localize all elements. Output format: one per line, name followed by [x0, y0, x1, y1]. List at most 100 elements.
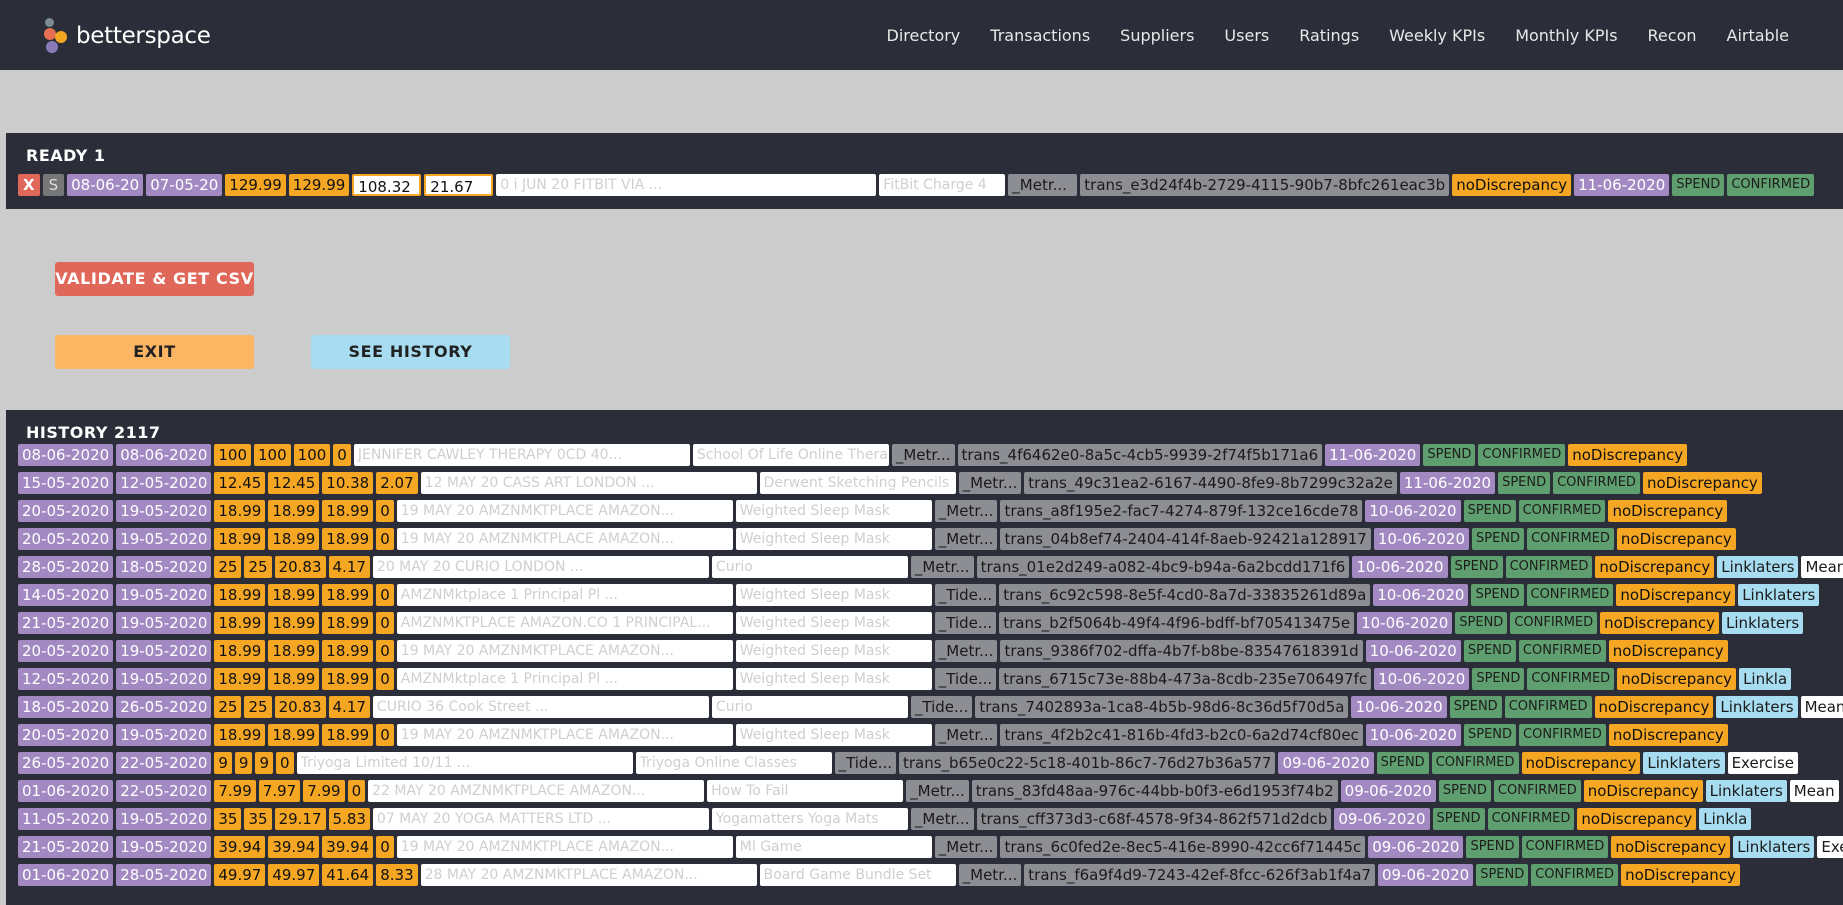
date-cell: 14-05-2020 — [18, 584, 114, 606]
amount-cell: 18.99 — [268, 528, 320, 550]
amount-cell: 5.83 — [328, 808, 370, 830]
type-badge: SPEND — [1449, 696, 1502, 718]
logo-mark-icon — [44, 18, 70, 54]
history-row: 08-06-2020 08-06-2020 100 100 100 0 JENNIFER C… — [18, 444, 1690, 466]
date-cell: 21-05-2020 — [18, 612, 114, 634]
amount-cell: 100 — [254, 444, 291, 466]
description-cell: 0 i JUN 20 FITBIT VIA ... — [496, 174, 877, 196]
date-cell: 10-06-2020 — [1365, 640, 1461, 662]
exit-button[interactable]: EXIT — [55, 335, 254, 369]
amount-cell: 18.99 — [322, 640, 374, 662]
merchant-cell: Weighted Sleep Mask — [735, 584, 932, 606]
date-cell: 19-05-2020 — [116, 724, 212, 746]
transaction-id-cell: trans_f6a9f4d9-7243-42ef-8fcc-626f3ab1f4… — [1024, 864, 1375, 886]
amount-cell: 0 — [376, 612, 394, 634]
discrepancy-badge: noDiscrepancy — [1521, 752, 1641, 774]
date-cell: 10-06-2020 — [1365, 500, 1461, 522]
nav-item[interactable]: Monthly KPIs — [1515, 26, 1617, 45]
transaction-id-cell: trans_b65e0c22-5c18-401b-86c7-76d27b36a5… — [899, 752, 1276, 774]
status-badge: CONFIRMED — [1727, 174, 1815, 196]
amount-cell: 7.99 — [214, 780, 256, 802]
type-badge: SPEND — [1463, 500, 1516, 522]
amount-cell: 18.99 — [268, 724, 320, 746]
app-logo[interactable]: betterspace — [44, 18, 211, 54]
merchant-cell: How To Fail — [707, 780, 904, 802]
discrepancy-badge: noDiscrepancy — [1611, 836, 1731, 858]
amount-cell: 0 — [276, 752, 294, 774]
amount-cell: 18.99 — [214, 584, 266, 606]
date-cell: 11-06-2020 — [1325, 444, 1421, 466]
nav-item[interactable]: Recon — [1648, 26, 1697, 45]
amount-cell: 18.99 — [268, 584, 320, 606]
top-navbar: betterspace Directory Transactions Supplie… — [0, 0, 1843, 70]
see-history-button[interactable]: SEE HISTORY — [311, 335, 510, 369]
description-cell: 28 MAY 20 AMZNMKTPLACE AMAZON... — [420, 864, 757, 886]
discrepancy-badge: noDiscrepancy — [1577, 808, 1697, 830]
amount-cell: 18.99 — [214, 500, 266, 522]
transaction-id-cell: trans_4f2b2c41-816b-4fd3-b2c0-6a2d74cf80… — [1000, 724, 1363, 746]
amount-cell: 100 — [293, 444, 331, 466]
nav-item[interactable]: Airtable — [1727, 26, 1790, 45]
description-cell: 19 MAY 20 AMZNMKTPLACE AMAZON... — [396, 640, 733, 662]
date-cell: 20-05-2020 — [18, 500, 114, 522]
tag-badge: Linkla — [1739, 668, 1792, 690]
nav-item[interactable]: Transactions — [990, 26, 1090, 45]
amount-cell: 129.99 — [225, 174, 286, 196]
date-cell: 19-05-2020 — [116, 584, 212, 606]
description-cell: AMZNMktplace 1 Principal Pl ... — [396, 668, 733, 690]
transaction-id-cell: trans_a8f195e2-fac7-4274-879f-132ce16cde… — [1000, 500, 1363, 522]
date-cell: 08-06-2020 — [116, 444, 212, 466]
transaction-id-cell: trans_9386f702-dffa-4b7f-b8be-8354761839… — [1000, 640, 1363, 662]
amount-cell: 18.99 — [214, 528, 266, 550]
amount-cell: 2.07 — [376, 472, 418, 494]
split-button[interactable]: S — [42, 174, 65, 196]
date-cell: 26-05-2020 — [116, 696, 212, 718]
tag-cell: _Metr... — [906, 780, 969, 802]
status-badge: CONFIRMED — [1478, 444, 1566, 466]
remove-button[interactable]: X — [18, 174, 40, 196]
date-cell: 10-06-2020 — [1357, 612, 1453, 634]
date-cell: 09-06-2020 — [1278, 752, 1374, 774]
vat-amount-input[interactable]: 21.67 — [424, 174, 494, 196]
app-name: betterspace — [76, 23, 211, 49]
history-row: 20-05-2020 19-05-2020 18.99 18.99 18.99 0 19 M… — [18, 640, 1731, 662]
net-amount-input[interactable]: 108.32 — [352, 174, 422, 196]
merchant-cell: FitBit Charge 4 — [879, 174, 1006, 196]
discrepancy-badge: noDiscrepancy — [1568, 444, 1688, 466]
validate-csv-button[interactable]: VALIDATE & GET CSV — [55, 262, 254, 296]
amount-cell: 18.99 — [268, 640, 320, 662]
amount-cell: 18.99 — [322, 724, 374, 746]
tag-cell: _Metr... — [891, 444, 955, 466]
merchant-cell: Yogamatters Yoga Mats — [711, 808, 908, 830]
amount-cell: 0 — [376, 584, 394, 606]
tag-cell: _Tide... — [834, 752, 896, 774]
nav-item[interactable]: Weekly KPIs — [1389, 26, 1485, 45]
date-cell: 22-05-2020 — [116, 752, 212, 774]
status-badge: CONFIRMED — [1518, 500, 1606, 522]
amount-cell: 29.17 — [274, 808, 326, 830]
date-cell: 19-05-2020 — [116, 528, 212, 550]
status-badge: CONFIRMED — [1527, 668, 1615, 690]
amount-cell: 0 — [347, 780, 366, 802]
tag-badge: Linklaters — [1643, 752, 1725, 774]
date-cell: 12-05-2020 — [116, 472, 212, 494]
main-nav: Directory Transactions Suppliers Users Ratin… — [857, 26, 1789, 45]
history-row: 26-05-2020 22-05-2020 9 9 9 0 Triyoga Limited … — [18, 752, 1801, 774]
amount-cell: 20.83 — [274, 696, 326, 718]
nav-item[interactable]: Suppliers — [1120, 26, 1194, 45]
nav-item[interactable]: Ratings — [1299, 26, 1359, 45]
amount-cell: 35 — [244, 808, 272, 830]
nav-item[interactable]: Directory — [887, 26, 961, 45]
discrepancy-badge: noDiscrepancy — [1452, 174, 1572, 196]
discrepancy-badge: noDiscrepancy — [1594, 696, 1714, 718]
category-badge: Meaningful — [1801, 556, 1843, 578]
amount-cell: 18.99 — [322, 528, 374, 550]
amount-cell: 39.94 — [268, 836, 320, 858]
tag-cell: _Tide... — [934, 584, 997, 606]
history-row: 20-05-2020 19-05-2020 18.99 18.99 18.99 0 19 M… — [18, 724, 1731, 746]
history-row: 18-05-2020 26-05-2020 25 25 20.83 4.17 CURIO 3… — [18, 696, 1843, 718]
tag-badge: Linkla — [1699, 808, 1752, 830]
discrepancy-badge: noDiscrepancy — [1583, 780, 1703, 802]
nav-item[interactable]: Users — [1224, 26, 1269, 45]
amount-cell: 0 — [376, 640, 394, 662]
